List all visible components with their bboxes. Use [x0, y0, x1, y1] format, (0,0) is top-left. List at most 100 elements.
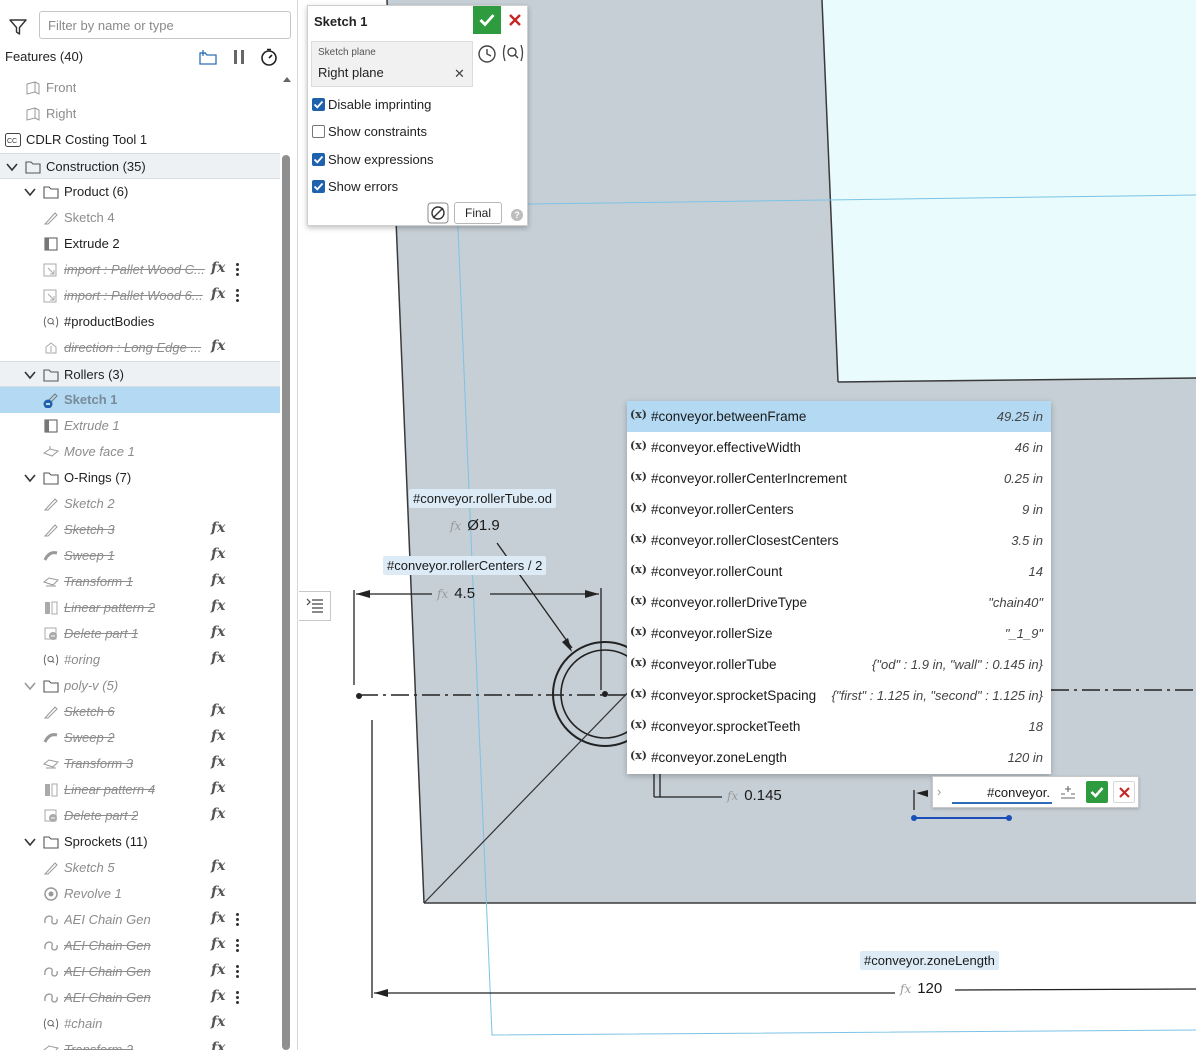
- zone-dimension-value[interactable]: fx 120: [900, 980, 942, 997]
- tree-row[interactable]: Sweep 2 fx: [0, 725, 280, 751]
- help-icon[interactable]: ?: [511, 209, 523, 221]
- tree-row[interactable]: CC CDLR Costing Tool 1: [0, 127, 280, 153]
- tree-row[interactable]: Delete part 2 fx: [0, 803, 280, 829]
- fx-icon[interactable]: fx: [211, 572, 225, 588]
- tolerance-icon[interactable]: [1059, 784, 1077, 800]
- more-options-icon[interactable]: [236, 288, 240, 304]
- centers-expression-label[interactable]: #conveyor.rollerCenters / 2: [383, 556, 547, 575]
- autocomplete-item[interactable]: (x) #conveyor.rollerCenterIncrement 0.25 i…: [627, 463, 1051, 494]
- tree-row[interactable]: #productBodies: [0, 309, 280, 335]
- fx-icon[interactable]: fx: [211, 260, 225, 276]
- collapse-chevron-icon[interactable]: [23, 835, 37, 849]
- tree-row[interactable]: Revolve 1 fx: [0, 881, 280, 907]
- fx-icon[interactable]: fx: [211, 962, 225, 978]
- tree-row[interactable]: AEI Chain Gen fx: [0, 907, 280, 933]
- checkbox[interactable]: [312, 125, 325, 138]
- more-options-icon[interactable]: [236, 990, 240, 1006]
- stopwatch-icon[interactable]: [259, 48, 279, 66]
- query-select-icon[interactable]: [501, 43, 525, 63]
- centers-dimension-value[interactable]: fx 4.5: [437, 585, 475, 602]
- tree-row[interactable]: Sweep 1 fx: [0, 543, 280, 569]
- history-icon[interactable]: [477, 44, 497, 64]
- tree-row[interactable]: poly-v (5): [0, 673, 280, 699]
- tree-row[interactable]: import : Pallet Wood 6... fx: [0, 283, 280, 309]
- fx-icon[interactable]: fx: [211, 702, 225, 718]
- fx-icon[interactable]: fx: [211, 936, 225, 952]
- tree-row[interactable]: #chain fx: [0, 1011, 280, 1037]
- fx-icon[interactable]: fx: [211, 338, 225, 354]
- accept-button[interactable]: [473, 6, 501, 34]
- tree-row[interactable]: Sketch 2: [0, 491, 280, 517]
- collapse-chevron-icon[interactable]: [23, 368, 37, 382]
- tree-row[interactable]: direction : Long Edge ... fx: [0, 335, 280, 361]
- tree-row[interactable]: Extrude 1: [0, 413, 280, 439]
- pause-icon[interactable]: [229, 48, 249, 66]
- new-folder-icon[interactable]: [198, 48, 218, 66]
- tree-row[interactable]: Delete part 1 fx: [0, 621, 280, 647]
- autocomplete-item[interactable]: (x) #conveyor.rollerCount 14: [627, 556, 1051, 587]
- tree-row[interactable]: Front: [0, 75, 280, 101]
- tree-row[interactable]: Sketch 4: [0, 205, 280, 231]
- tree-row[interactable]: Product (6): [0, 179, 280, 205]
- fx-icon[interactable]: fx: [211, 624, 225, 640]
- tree-row[interactable]: AEI Chain Gen fx: [0, 959, 280, 985]
- tree-row[interactable]: Sketch 3 fx: [0, 517, 280, 543]
- scroll-up-arrow[interactable]: [282, 74, 292, 84]
- fx-icon[interactable]: fx: [211, 546, 225, 562]
- collapse-chevron-icon[interactable]: [5, 160, 19, 174]
- fx-icon[interactable]: fx: [211, 728, 225, 744]
- tree-row[interactable]: Move face 1: [0, 439, 280, 465]
- final-button[interactable]: Final: [454, 202, 502, 224]
- tree-row[interactable]: AEI Chain Gen fx: [0, 933, 280, 959]
- dimension-value-input[interactable]: [952, 782, 1052, 804]
- autocomplete-item[interactable]: (x) #conveyor.rollerTube {"od" : 1.9 in, "…: [627, 649, 1051, 680]
- tree-row[interactable]: Sketch 1: [0, 387, 280, 413]
- checkbox[interactable]: [312, 153, 325, 166]
- fx-icon[interactable]: fx: [211, 858, 225, 874]
- fx-icon[interactable]: fx: [211, 598, 225, 614]
- autocomplete-item[interactable]: (x) #conveyor.rollerCenters 9 in: [627, 494, 1051, 525]
- more-options-icon[interactable]: [236, 964, 240, 980]
- autocomplete-item[interactable]: (x) #conveyor.sprocketTeeth 18: [627, 711, 1051, 742]
- autocomplete-item[interactable]: (x) #conveyor.betweenFrame 49.25 in: [627, 401, 1051, 432]
- tree-row[interactable]: O-Rings (7): [0, 465, 280, 491]
- fx-icon[interactable]: fx: [211, 520, 225, 536]
- wall-dimension-value[interactable]: fx 0.145: [727, 787, 782, 804]
- tree-row[interactable]: import : Pallet Wood C... fx: [0, 257, 280, 283]
- tree-row[interactable]: #oring fx: [0, 647, 280, 673]
- collapse-chevron-icon[interactable]: [23, 471, 37, 485]
- tree-row[interactable]: Transform 2 fx: [0, 1037, 280, 1050]
- filter-input[interactable]: [39, 11, 291, 39]
- fx-icon[interactable]: fx: [211, 650, 225, 666]
- fx-icon[interactable]: fx: [211, 286, 225, 302]
- fx-icon[interactable]: fx: [211, 754, 225, 770]
- tree-scrollbar[interactable]: [282, 155, 290, 1050]
- od-dimension-value[interactable]: fx Ø1.9: [450, 517, 500, 534]
- tree-row[interactable]: Rollers (3): [0, 361, 280, 387]
- zone-expression-label[interactable]: #conveyor.zoneLength: [860, 951, 999, 970]
- more-options-icon[interactable]: [236, 262, 240, 278]
- autocomplete-item[interactable]: (x) #conveyor.effectiveWidth 46 in: [627, 432, 1051, 463]
- fx-icon[interactable]: fx: [211, 806, 225, 822]
- tree-row[interactable]: Linear pattern 4 fx: [0, 777, 280, 803]
- tree-row[interactable]: Sketch 5 fx: [0, 855, 280, 881]
- autocomplete-item[interactable]: (x) #conveyor.rollerSize "_1_9": [627, 618, 1051, 649]
- more-options-icon[interactable]: [236, 912, 240, 928]
- autocomplete-item[interactable]: (x) #conveyor.rollerDriveType "chain40": [627, 587, 1051, 618]
- fx-icon[interactable]: fx: [211, 884, 225, 900]
- od-expression-label[interactable]: #conveyor.rollerTube.od: [409, 489, 556, 508]
- more-options-icon[interactable]: [236, 938, 240, 954]
- tree-row[interactable]: Sprockets (11): [0, 829, 280, 855]
- tree-row[interactable]: Transform 1 fx: [0, 569, 280, 595]
- clear-selection-icon[interactable]: ✕: [454, 66, 465, 82]
- expand-chevron-icon[interactable]: ›: [937, 784, 941, 799]
- collapse-chevron-icon[interactable]: [23, 185, 37, 199]
- cancel-dimension-button[interactable]: [1113, 781, 1135, 803]
- cancel-button[interactable]: [505, 10, 525, 30]
- fx-icon[interactable]: fx: [211, 1014, 225, 1030]
- autocomplete-item[interactable]: (x) #conveyor.sprocketSpacing {"first" : 1…: [627, 680, 1051, 711]
- tree-row[interactable]: AEI Chain Gen fx: [0, 985, 280, 1011]
- final-view-icon[interactable]: [427, 202, 449, 224]
- tree-row[interactable]: Right: [0, 101, 280, 127]
- feature-list-toggle-button[interactable]: [299, 591, 331, 621]
